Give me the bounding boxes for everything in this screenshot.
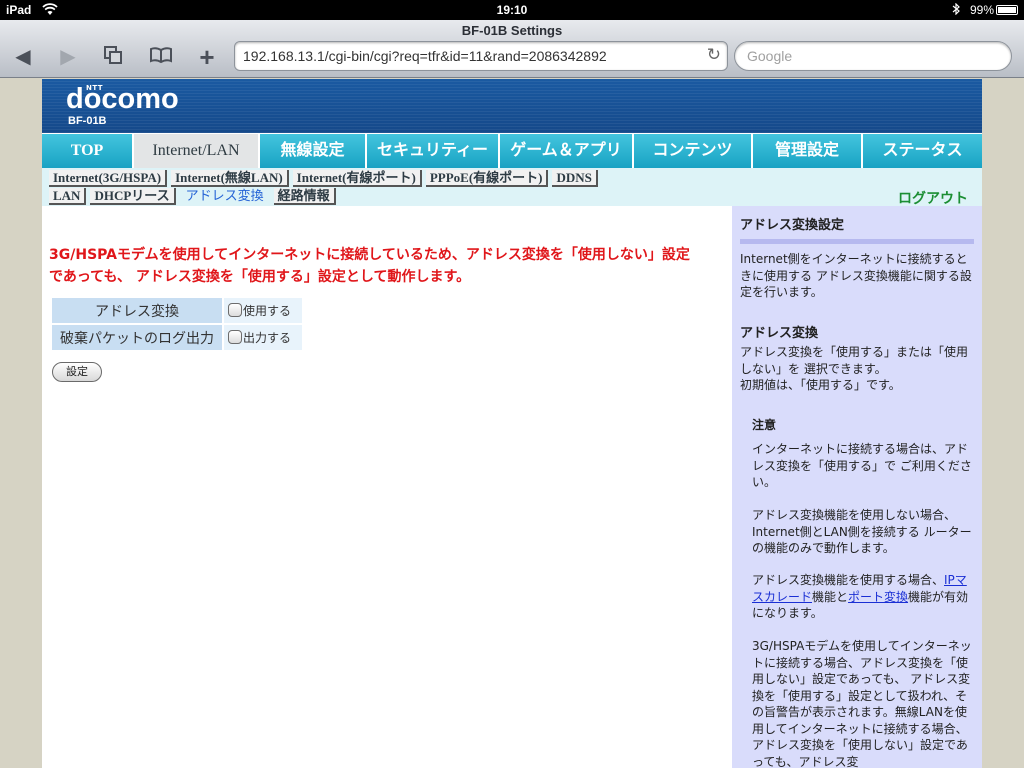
reload-icon[interactable]: ↻: [707, 45, 721, 65]
router-page: NTT docomo BF-01B TOP Internet/LAN 無線設定 …: [42, 79, 982, 768]
logout-link[interactable]: ログアウト: [898, 188, 968, 208]
sub-nav-row-2: LAN DHCPリース アドレス変換 経路情報: [49, 188, 340, 205]
subtab-routing[interactable]: 経路情報: [273, 188, 336, 205]
help-note-3: アドレス変換機能を使用する場合、IPマスカレード機能とポート変換機能が有効になり…: [752, 572, 974, 622]
forward-icon[interactable]: ▶: [55, 45, 81, 69]
tab-security[interactable]: セキュリティー: [367, 134, 500, 168]
address-translation-control: 使用する: [224, 298, 302, 323]
model-name: BF-01B: [68, 115, 107, 127]
table-row: 破棄パケットのログ出力 出力する: [52, 325, 302, 350]
help-note-1: インターネットに接続する場合は、アドレス変換を「使用する」で ご利用ください。: [752, 442, 972, 489]
docomo-logo: docomo: [66, 83, 179, 115]
help-section-body-2: 初期値は、「使用する」です。: [740, 378, 901, 392]
url-field[interactable]: ↻: [234, 41, 728, 71]
search-input[interactable]: [747, 47, 997, 65]
port-translation-link[interactable]: ポート変換: [848, 590, 908, 604]
bookmarks-icon[interactable]: [148, 45, 174, 69]
help-intro: Internet側をインターネットに接続するときに使用する アドレス変換機能に関…: [740, 252, 972, 299]
checkbox-label: 使用する: [243, 304, 292, 318]
tab-game-app[interactable]: ゲーム＆アプリ: [500, 134, 634, 168]
address-translation-label: アドレス変換: [52, 298, 222, 323]
add-icon[interactable]: +: [194, 44, 220, 70]
url-input[interactable]: [243, 47, 683, 65]
help-panel: アドレス変換設定 Internet側をインターネットに接続するときに使用する ア…: [732, 206, 982, 768]
table-row: アドレス変換 使用する: [52, 298, 302, 323]
battery-icon: [996, 5, 1018, 15]
apply-button[interactable]: 設定: [52, 362, 102, 382]
tab-top[interactable]: TOP: [42, 134, 134, 168]
help-section-body-1: アドレス変換を「使用する」または「使用しない」を 選択できます。: [740, 345, 969, 376]
subtab-internet-wlan[interactable]: Internet(無線LAN): [171, 170, 289, 187]
settings-table: アドレス変換 使用する 破棄パケットのログ出力 出力する: [50, 296, 304, 352]
pages-icon[interactable]: [100, 45, 126, 69]
bluetooth-icon: [952, 2, 960, 18]
tab-status[interactable]: ステータス: [863, 134, 982, 168]
clock: 19:10: [496, 3, 528, 17]
subtab-dhcp-lease[interactable]: DHCPリース: [90, 188, 176, 205]
subtab-internet-3g[interactable]: Internet(3G/HSPA): [49, 170, 168, 187]
note-text: 機能と: [812, 589, 849, 604]
help-note-2: アドレス変換機能を使用しない場合、Internet側とLAN側を接続する ルータ…: [752, 508, 972, 555]
warning-message: 3G/HSPAモデムを使用してインターネットに接続しているため、アドレス変換を「…: [49, 247, 690, 285]
main-nav: TOP Internet/LAN 無線設定 セキュリティー ゲーム＆アプリ コン…: [42, 134, 982, 168]
header-banner: NTT docomo BF-01B: [42, 79, 982, 133]
tab-admin[interactable]: 管理設定: [753, 134, 863, 168]
checkbox-label: 出力する: [243, 331, 292, 345]
subtab-internet-wired[interactable]: Internet(有線ポート): [292, 170, 422, 187]
address-translation-checkbox[interactable]: [228, 303, 242, 317]
sub-nav-row-1: Internet(3G/HSPA) Internet(無線LAN) Intern…: [49, 170, 602, 187]
browser-toolbar: BF-01B Settings ◀ ▶ + ↻: [0, 20, 1024, 78]
tab-contents[interactable]: コンテンツ: [634, 134, 753, 168]
search-field[interactable]: [734, 41, 1012, 71]
help-note-4: 3G/HSPAモデムを使用してインターネットに接続する場合、アドレス変換を「使用…: [752, 639, 972, 768]
tab-internet-lan[interactable]: Internet/LAN: [134, 134, 260, 168]
tab-wireless[interactable]: 無線設定: [260, 134, 367, 168]
drop-packet-log-control: 出力する: [224, 325, 302, 350]
drop-packet-log-label: 破棄パケットのログ出力: [52, 325, 222, 350]
note-text: アドレス変換機能を使用する場合、: [752, 573, 945, 587]
sub-nav: Internet(3G/HSPA) Internet(無線LAN) Intern…: [42, 168, 982, 208]
back-icon[interactable]: ◀: [10, 45, 36, 69]
help-note-title: 注意: [752, 418, 777, 432]
page-title: BF-01B Settings: [461, 23, 563, 38]
subtab-address-translation[interactable]: アドレス変換: [180, 188, 270, 205]
status-bar: iPad 19:10 99%: [0, 0, 1024, 20]
subtab-lan[interactable]: LAN: [49, 188, 87, 205]
help-title: アドレス変換設定: [740, 218, 845, 233]
settings-content: 3G/HSPAモデムを使用してインターネットに接続しているため、アドレス変換を「…: [42, 206, 730, 768]
subtab-ddns[interactable]: DDNS: [552, 170, 598, 187]
help-section-title: アドレス変換: [740, 326, 819, 341]
subtab-pppoe[interactable]: PPPoE(有線ポート): [425, 170, 549, 187]
battery-percent: 99%: [969, 3, 994, 17]
help-divider: [740, 239, 974, 244]
drop-packet-log-checkbox[interactable]: [228, 330, 242, 344]
